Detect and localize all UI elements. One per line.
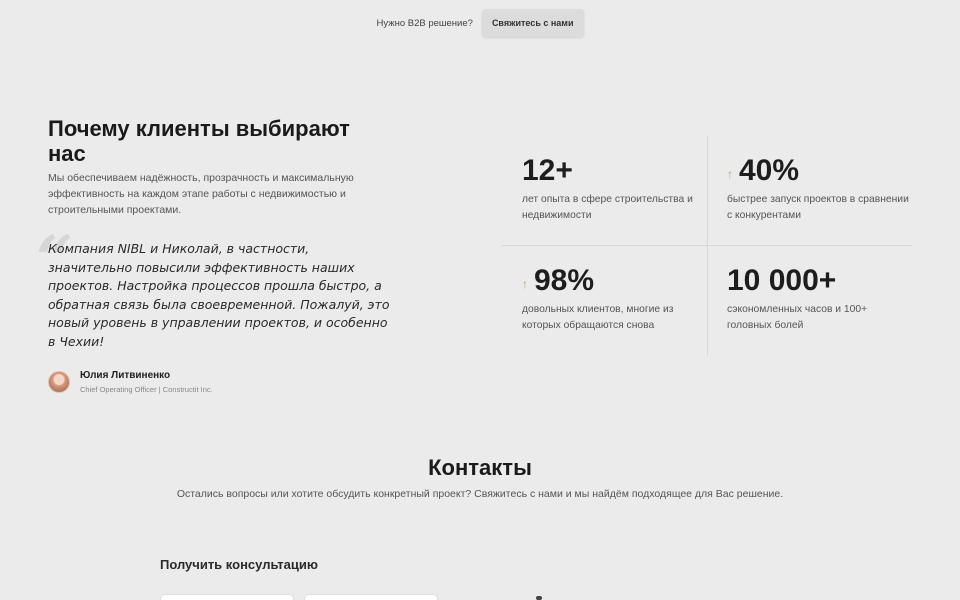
contacts-subtitle: Остались вопросы или хотите обсудить кон… <box>176 488 784 500</box>
author-info: Юлия Литвиненко Chief Operating Officer … <box>80 370 213 394</box>
stat-experience: 12+ лет опыта в сфере строительства и не… <box>522 154 707 223</box>
stat-value-row: ↑ 40% <box>727 154 912 188</box>
why-us-title: Почему клиенты выбирают нас <box>48 116 350 166</box>
stat-value: 98% <box>534 264 595 297</box>
consultation-form-title: Получить консультацию <box>160 557 318 572</box>
stat-label: сэкономленных часов и 100+ головных боле… <box>727 304 868 331</box>
arrow-up-icon: ↑ <box>522 277 528 291</box>
stat-launch-speed: ↑ 40% быстрее запуск проектов в сравнени… <box>727 154 912 223</box>
why-us-section: Почему клиенты выбирают нас Мы обеспечив… <box>36 116 393 394</box>
stat-value-row: ↑ 98% <box>522 264 707 298</box>
phone-field[interactable] <box>304 594 438 600</box>
why-us-description: Мы обеспечиваем надёжность, прозрачность… <box>48 172 354 216</box>
stat-satisfied-clients: ↑ 98% довольных клиентов, многие из кото… <box>522 264 707 333</box>
stat-label: лет опыта в сфере строительства и недвиж… <box>522 194 693 221</box>
contacts-title: Контакты <box>428 455 532 480</box>
form-decoration <box>536 596 542 600</box>
stat-value: 12+ <box>522 154 573 187</box>
stats-vertical-divider <box>707 136 708 356</box>
stat-value-row: 12+ <box>522 154 707 188</box>
name-field[interactable] <box>160 594 294 600</box>
testimonial: “ Компания NIBL и Николай, в частности, … <box>36 228 393 394</box>
testimonial-author: Юлия Литвиненко Chief Operating Officer … <box>48 370 393 394</box>
testimonial-text: Компания NIBL и Николай, в частности, зн… <box>48 241 390 349</box>
stat-value-row: 10 000+ <box>727 264 912 298</box>
contact-us-button[interactable]: Свяжитесь с нами <box>481 9 584 37</box>
stat-value: 40% <box>739 154 800 187</box>
author-role: Chief Operating Officer | Constructit In… <box>80 384 213 394</box>
b2b-prompt: Нужно B2B решение? <box>376 17 473 29</box>
contacts-section: Контакты Остались вопросы или хотите обс… <box>0 455 960 500</box>
avatar <box>48 370 70 393</box>
stat-label: довольных клиентов, многие из которых об… <box>522 304 674 331</box>
stats-horizontal-divider <box>502 245 912 246</box>
stats-grid: 12+ лет опыта в сфере строительства и не… <box>502 136 912 356</box>
topbar: Нужно B2B решение? Свяжитесь с нами <box>0 9 960 37</box>
stat-saved-hours: 10 000+ сэкономленных часов и 100+ голов… <box>727 264 912 333</box>
stat-label: быстрее запуск проектов в сравнении с ко… <box>727 194 909 221</box>
author-name: Юлия Литвиненко <box>80 369 171 381</box>
stat-value: 10 000+ <box>727 264 837 297</box>
arrow-up-icon: ↑ <box>727 167 733 181</box>
